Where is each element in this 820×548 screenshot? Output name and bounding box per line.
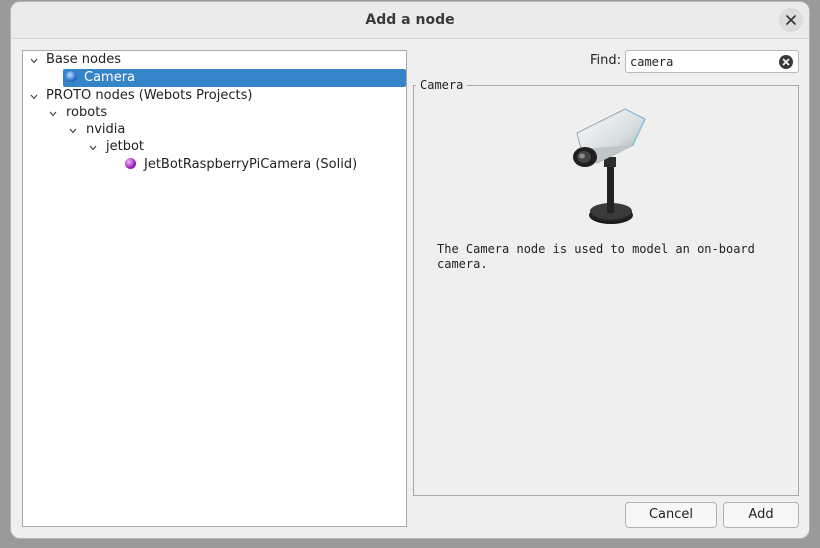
tree-item-label: Base nodes: [46, 52, 122, 67]
base-node-icon: [66, 71, 77, 82]
find-input[interactable]: [630, 53, 770, 70]
chevron-down-icon[interactable]: [48, 109, 57, 118]
tree-item-label: JetBotRaspberryPiCamera (Solid): [144, 157, 358, 172]
node-tree[interactable]: Base nodes Camera PROTO nodes (Webots Pr…: [22, 50, 407, 527]
tree-item-jetbot-camera[interactable]: JetBotRaspberryPiCamera (Solid): [144, 156, 357, 174]
chevron-down-icon[interactable]: [68, 126, 77, 135]
camera-preview-icon: [573, 108, 646, 224]
tree-item-robots[interactable]: robots: [66, 104, 107, 122]
preview-title: Camera: [416, 78, 468, 92]
title-bar: Add a node: [11, 2, 809, 39]
chevron-down-icon[interactable]: [29, 56, 38, 65]
tree-item-nvidia[interactable]: nvidia: [86, 121, 125, 139]
find-label: Find:: [590, 53, 622, 68]
cancel-button[interactable]: Cancel: [625, 502, 717, 528]
chevron-down-icon[interactable]: [29, 92, 38, 101]
clear-search-button[interactable]: [779, 55, 793, 69]
tree-item-label: robots: [66, 105, 108, 120]
close-button[interactable]: [779, 8, 803, 32]
tree-item-jetbot[interactable]: jetbot: [106, 138, 144, 156]
tree-item-camera[interactable]: Camera: [84, 69, 135, 87]
tree-item-label: jetbot: [106, 139, 145, 154]
clear-icon: [782, 58, 790, 66]
proto-node-icon: [125, 158, 136, 169]
preview-description: The Camera node is used to model an on-b…: [437, 242, 755, 271]
tree-item-label: PROTO nodes (Webots Projects): [46, 88, 253, 103]
tree-item-base-nodes[interactable]: Base nodes: [46, 51, 121, 69]
find-field[interactable]: [625, 50, 799, 73]
chevron-down-icon[interactable]: [88, 143, 97, 152]
add-button[interactable]: Add: [723, 502, 799, 528]
tree-item-proto-nodes[interactable]: PROTO nodes (Webots Projects): [46, 87, 252, 105]
dialog-title: Add a node: [365, 12, 455, 28]
close-icon: [786, 15, 796, 25]
tree-item-label: nvidia: [86, 122, 126, 137]
tree-item-label: Camera: [84, 70, 136, 85]
add-node-dialog: Add a node Base nodes Camera PROTO nodes…: [10, 1, 810, 539]
